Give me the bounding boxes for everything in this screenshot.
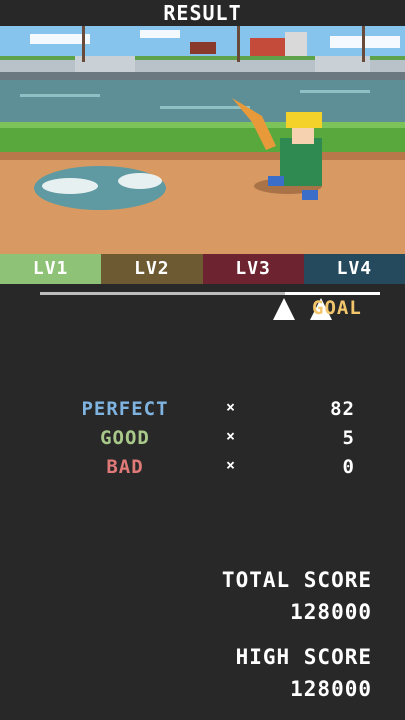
path-edge bbox=[0, 152, 405, 160]
times-symbol: × bbox=[226, 456, 237, 474]
pole bbox=[237, 26, 240, 62]
level-1: LV1 bbox=[0, 254, 102, 284]
scene-artwork bbox=[0, 26, 405, 254]
high-score-label: HIGH SCORE bbox=[235, 645, 372, 669]
cloud bbox=[140, 30, 180, 38]
bench bbox=[190, 42, 216, 54]
pole bbox=[82, 26, 85, 62]
wall-edge bbox=[0, 72, 405, 80]
building bbox=[285, 32, 307, 60]
grass-tips bbox=[0, 122, 405, 128]
near-grass bbox=[0, 124, 405, 154]
river-ripple bbox=[160, 106, 250, 109]
total-score-value: 128000 bbox=[290, 600, 372, 624]
stairs bbox=[315, 56, 370, 74]
level-bar: LV1 LV2 LV3 LV4 bbox=[0, 254, 405, 284]
puddle-reflection bbox=[42, 178, 98, 194]
level-3: LV3 bbox=[202, 254, 304, 284]
times-symbol: × bbox=[226, 398, 237, 416]
times-symbol: × bbox=[226, 427, 237, 445]
boot bbox=[302, 190, 318, 200]
level-4: LV4 bbox=[303, 254, 405, 284]
hat bbox=[286, 112, 322, 128]
cloud bbox=[30, 34, 90, 44]
river-ripple bbox=[20, 94, 100, 97]
boot bbox=[268, 176, 284, 186]
river-ripple bbox=[300, 90, 370, 93]
judgement-count: 5 bbox=[342, 427, 355, 449]
progress-goal-segment bbox=[285, 292, 380, 295]
raincoat bbox=[280, 138, 322, 186]
judgement-row-bad: BAD × 0 bbox=[0, 456, 405, 484]
judgement-count: 0 bbox=[342, 456, 355, 478]
progress-marker-icon bbox=[273, 298, 295, 320]
judgement-label: PERFECT bbox=[81, 398, 169, 420]
total-score-label: TOTAL SCORE bbox=[221, 568, 372, 592]
pole bbox=[362, 26, 365, 62]
screen-title: RESULT bbox=[163, 1, 242, 25]
goal-label: GOAL bbox=[312, 297, 362, 319]
river bbox=[0, 80, 405, 128]
level-2: LV2 bbox=[101, 254, 203, 284]
puddle-reflection bbox=[118, 173, 162, 189]
judgement-label: BAD bbox=[106, 456, 144, 478]
judgement-label: GOOD bbox=[100, 427, 150, 449]
judgement-row-perfect: PERFECT × 82 bbox=[0, 398, 405, 426]
judgement-count: 82 bbox=[330, 398, 355, 420]
high-score-value: 128000 bbox=[290, 677, 372, 701]
game-scene bbox=[0, 26, 405, 254]
judgement-row-good: GOOD × 5 bbox=[0, 427, 405, 455]
